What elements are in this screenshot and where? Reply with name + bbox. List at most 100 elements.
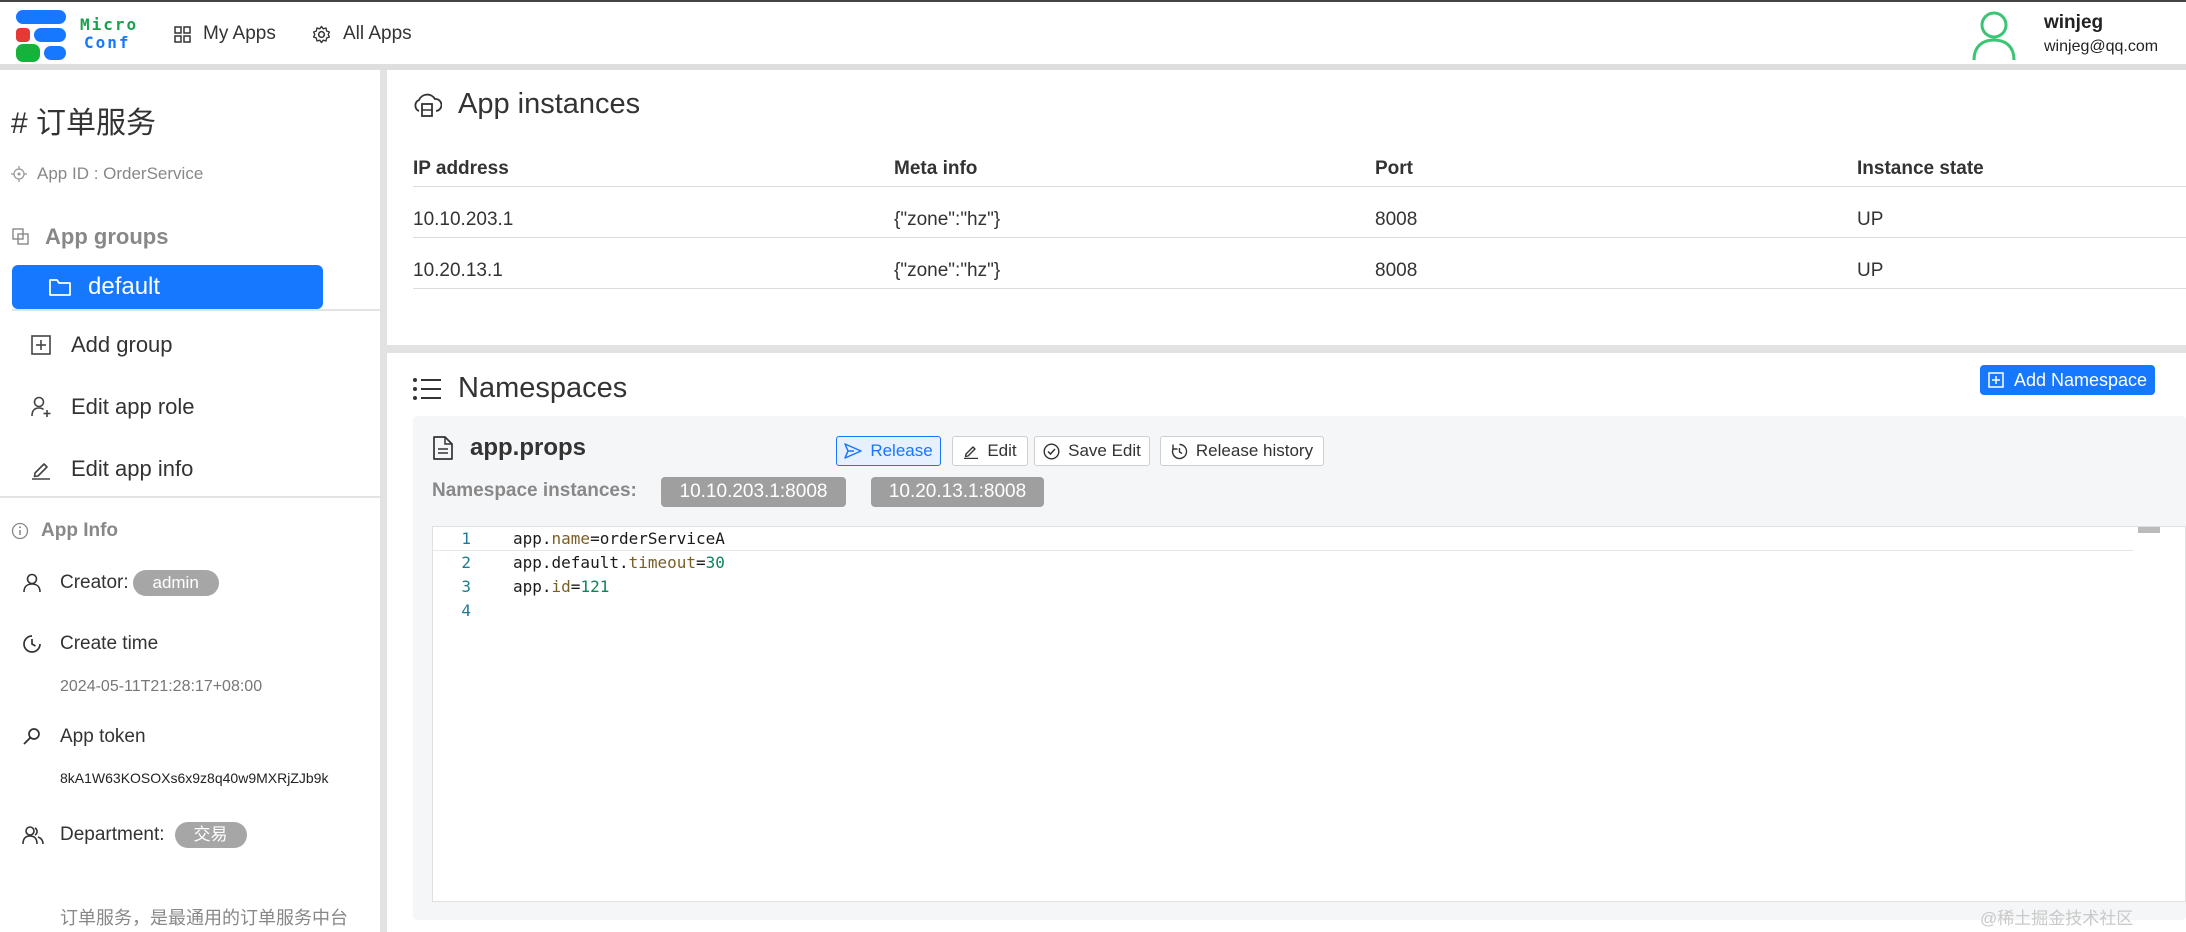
code-token: timeout	[628, 553, 697, 572]
minimap	[2138, 527, 2160, 533]
create-time-row: Create time	[22, 633, 158, 655]
namespace-file-title: app.props	[432, 434, 586, 462]
app-id-row: App ID : OrderService	[11, 164, 203, 184]
code-token: 121	[580, 577, 610, 596]
code-token: =	[570, 577, 581, 596]
code-line: app.default.timeout=30	[513, 551, 725, 575]
line-number: 4	[461, 601, 471, 620]
department-row: Department: 交易	[22, 822, 247, 848]
edit-label: Edit	[987, 441, 1017, 460]
code-token: =	[696, 553, 706, 572]
app-token-value[interactable]: 8kA1W63KOSOXs6x9z8q40w9MXRjZJb9k	[60, 770, 328, 786]
code-content[interactable]: app.name=orderServiceA app.default.timeou…	[513, 527, 725, 623]
code-token: name	[551, 529, 591, 548]
creator-row: Creator: admin	[22, 570, 219, 596]
divider	[12, 309, 380, 311]
cell-state: UP	[1857, 260, 1884, 281]
file-icon	[433, 436, 453, 460]
cell-meta: {"zone":"hz"}	[894, 209, 1001, 230]
edit-app-info-button[interactable]: Edit app info	[30, 456, 193, 482]
app-title: # 订单服务	[11, 107, 157, 140]
code-token: app.default.	[513, 553, 629, 572]
namespace-instance-chip[interactable]: 10.10.203.1:8008	[661, 477, 846, 507]
add-group-button[interactable]: Add group	[30, 332, 173, 358]
line-number: 1	[461, 529, 471, 548]
code-token: app.	[513, 529, 552, 548]
edit-button[interactable]: Edit	[952, 436, 1028, 466]
clock-icon	[23, 635, 41, 653]
release-button[interactable]: Release	[836, 436, 941, 466]
release-history-button[interactable]: Release history	[1160, 436, 1324, 466]
user-email: winjeg@qq.com	[2044, 38, 2159, 55]
namespaces-title: Namespaces	[458, 372, 628, 404]
user-name: winjeg	[2044, 12, 2104, 33]
line-number: 2	[461, 553, 471, 572]
cell-state: UP	[1857, 209, 1884, 230]
create-time-value: 2024-05-11T21:28:17+08:00	[60, 678, 263, 695]
creator-label: Creator:	[60, 572, 129, 593]
code-token: 30	[705, 553, 725, 572]
namespace-file-name: app.props	[470, 434, 587, 461]
check-circle-icon	[1043, 442, 1060, 460]
app-instances-title: App instances	[458, 88, 641, 120]
code-editor[interactable]: 1234 app.name=orderServiceA app.default.t…	[432, 526, 2186, 902]
nav-my-apps[interactable]: My Apps	[174, 20, 276, 48]
save-edit-button[interactable]: Save Edit	[1034, 436, 1150, 466]
send-icon	[844, 443, 863, 459]
app-info-label: App Info	[41, 520, 119, 541]
namespace-instance-chip[interactable]: 10.20.13.1:8008	[871, 477, 1044, 507]
table-row[interactable]: 10.20.13.1 {"zone":"hz"} 8008 UP	[0, 238, 2186, 288]
release-label: Release	[870, 441, 933, 460]
code-token: app.	[513, 577, 552, 596]
user-icon	[23, 573, 41, 593]
code-line: app.id=121	[513, 575, 725, 599]
table-row[interactable]: 10.10.203.1 {"zone":"hz"} 8008 UP	[0, 187, 2186, 237]
namespaces-heading: Namespaces	[412, 372, 627, 405]
nav-my-apps-label: My Apps	[203, 23, 276, 44]
watermark: @稀土掘金技术社区	[1980, 909, 2134, 928]
target-icon	[11, 166, 27, 182]
app-instances-heading: App instances	[412, 88, 640, 121]
col-header-state: Instance state	[1857, 158, 1984, 179]
release-history-label: Release history	[1195, 441, 1314, 460]
edit-app-info-label: Edit app info	[71, 456, 194, 481]
edit-app-role-label: Edit app role	[71, 394, 195, 419]
code-line: app.name=orderServiceA	[513, 527, 725, 551]
save-edit-label: Save Edit	[1068, 441, 1141, 460]
list-icon	[413, 377, 441, 400]
add-namespace-label: Add Namespace	[2013, 369, 2148, 390]
line-number: 3	[461, 577, 471, 596]
create-time-label: Create time	[60, 633, 159, 654]
namespace-instances-label: Namespace instances:	[432, 480, 637, 501]
app-id: App ID : OrderService	[37, 164, 204, 183]
logo-text-line1: Micro	[80, 15, 139, 34]
creator-chip: admin	[132, 570, 219, 596]
col-header-port: Port	[1375, 158, 1413, 179]
team-icon	[22, 826, 44, 845]
code-token: id	[551, 577, 571, 596]
edit-icon	[32, 463, 50, 480]
logo-text: Micro Conf	[80, 16, 138, 52]
col-header-meta: Meta info	[894, 158, 978, 179]
edit-app-role-button[interactable]: Edit app role	[30, 394, 195, 420]
cell-meta: {"zone":"hz"}	[894, 260, 1001, 281]
department-chip: 交易	[174, 822, 247, 848]
plus-square-icon	[1988, 372, 2004, 388]
gear-icon	[312, 25, 331, 43]
cell-port: 8008	[1375, 209, 1418, 230]
cell-ip: 10.20.13.1	[413, 260, 503, 281]
user-avatar-icon[interactable]	[1970, 8, 2018, 62]
nav-all-apps[interactable]: All Apps	[312, 20, 412, 48]
logo-icon[interactable]	[14, 8, 74, 64]
add-namespace-button[interactable]: Add Namespace	[1980, 365, 2155, 395]
nav-all-apps-label: All Apps	[343, 23, 412, 44]
app-token-label: App token	[60, 726, 146, 747]
plus-square-icon	[31, 335, 51, 355]
line-number-gutter: 1 2 3 4	[441, 527, 471, 623]
history-icon	[1171, 443, 1188, 459]
logo-text-line2: Conf	[84, 33, 131, 52]
app-token-row: App token	[22, 726, 146, 748]
grid-icon	[174, 25, 191, 43]
cell-ip: 10.10.203.1	[413, 209, 514, 230]
cell-port: 8008	[1375, 260, 1418, 281]
